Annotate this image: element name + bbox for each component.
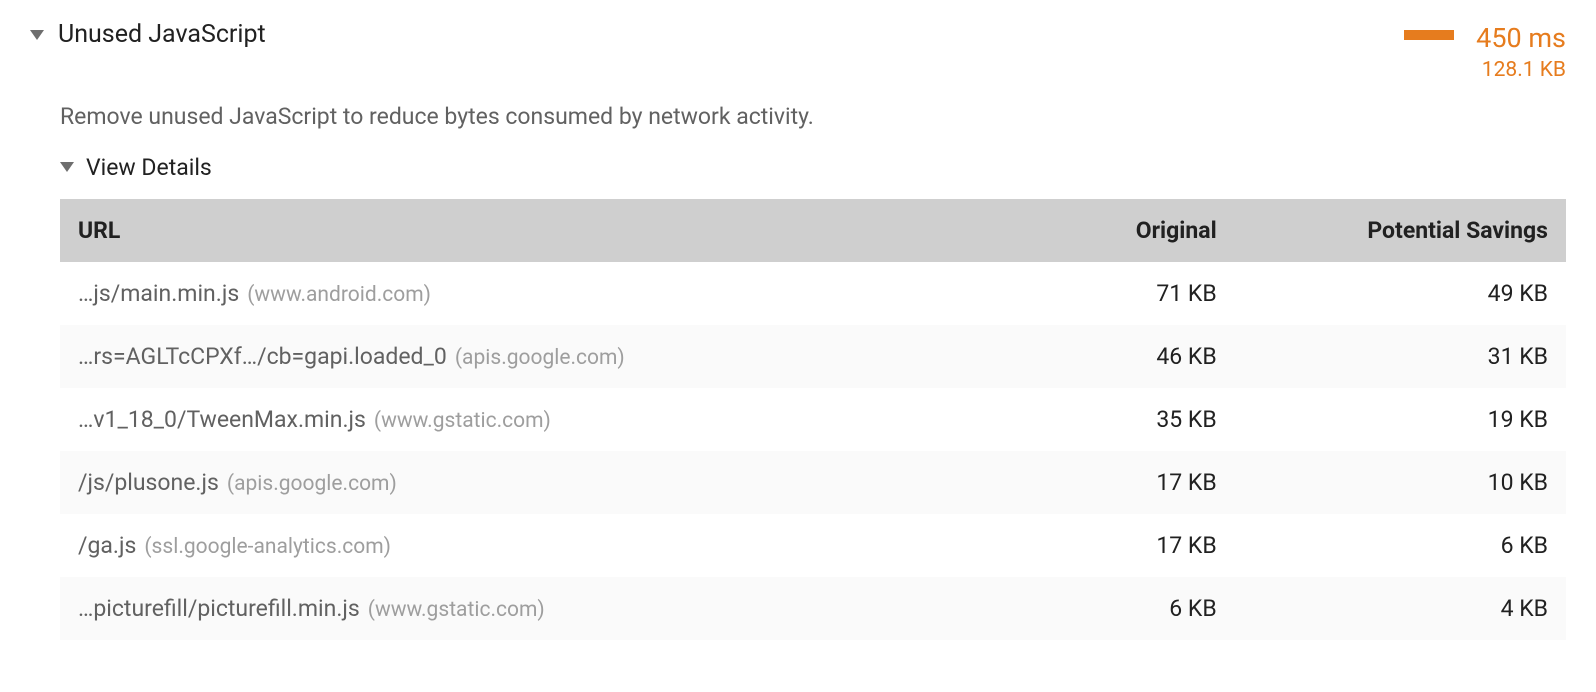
cell-savings: 4 KB: [1235, 577, 1566, 640]
audit-header: Unused JavaScript 450 ms 128.1 KB: [30, 20, 1566, 85]
url-path: …picturefill/picturefill.min.js: [78, 595, 360, 622]
audit-title-wrap: Unused JavaScript: [30, 20, 266, 49]
url-host: (www.android.com): [247, 283, 431, 307]
url-path: …rs=AGLTcCPXf…/cb=gapi.loaded_0: [78, 343, 447, 370]
cell-url[interactable]: /js/plusone.js (apis.google.com): [60, 451, 964, 514]
cell-savings: 10 KB: [1235, 451, 1566, 514]
cell-savings: 6 KB: [1235, 514, 1566, 577]
metric-values: 450 ms 128.1 KB: [1476, 20, 1566, 85]
url-path: /ga.js: [78, 532, 136, 559]
view-details-toggle[interactable]: View Details: [60, 154, 1566, 181]
url-host: (ssl.google-analytics.com): [144, 535, 391, 559]
metric-size: 128.1 KB: [1476, 56, 1566, 84]
audit-title: Unused JavaScript: [58, 20, 266, 49]
details-section: View Details URL Original Potential Savi…: [60, 154, 1566, 640]
results-table: URL Original Potential Savings …js/main.…: [60, 199, 1566, 640]
chevron-down-icon: [60, 162, 74, 172]
metric-bar-icon: [1404, 30, 1454, 40]
cell-url[interactable]: …v1_18_0/TweenMax.min.js (www.gstatic.com…: [60, 388, 964, 451]
table-row: /ga.js (ssl.google-analytics.com) 17 KB6 K…: [60, 514, 1566, 577]
audit-metrics: 450 ms 128.1 KB: [1404, 20, 1566, 85]
cell-url[interactable]: …rs=AGLTcCPXf…/cb=gapi.loaded_0 (apis.goo…: [60, 325, 964, 388]
url-host: (www.gstatic.com): [368, 598, 545, 622]
table-row: …picturefill/picturefill.min.js (www.gsta…: [60, 577, 1566, 640]
cell-original: 17 KB: [964, 451, 1235, 514]
cell-url[interactable]: …js/main.min.js (www.android.com): [60, 262, 964, 325]
cell-url[interactable]: …picturefill/picturefill.min.js (www.gsta…: [60, 577, 964, 640]
view-details-label: View Details: [86, 154, 212, 181]
audit-description: Remove unused JavaScript to reduce bytes…: [60, 103, 1566, 130]
url-path: …js/main.min.js: [78, 280, 239, 307]
cell-original: 17 KB: [964, 514, 1235, 577]
cell-savings: 19 KB: [1235, 388, 1566, 451]
cell-savings: 49 KB: [1235, 262, 1566, 325]
url-host: (apis.google.com): [227, 472, 397, 496]
cell-original: 6 KB: [964, 577, 1235, 640]
url-path: …v1_18_0/TweenMax.min.js: [78, 406, 366, 433]
column-header-url[interactable]: URL: [60, 199, 964, 262]
cell-original: 46 KB: [964, 325, 1235, 388]
metric-time: 450 ms: [1476, 20, 1566, 56]
column-header-original[interactable]: Original: [964, 199, 1235, 262]
cell-original: 35 KB: [964, 388, 1235, 451]
url-path: /js/plusone.js: [78, 469, 219, 496]
table-row: …js/main.min.js (www.android.com) 71 KB49 …: [60, 262, 1566, 325]
url-host: (www.gstatic.com): [374, 409, 551, 433]
cell-savings: 31 KB: [1235, 325, 1566, 388]
table-header-row: URL Original Potential Savings: [60, 199, 1566, 262]
cell-original: 71 KB: [964, 262, 1235, 325]
cell-url[interactable]: /ga.js (ssl.google-analytics.com): [60, 514, 964, 577]
url-host: (apis.google.com): [455, 346, 625, 370]
column-header-savings[interactable]: Potential Savings: [1235, 199, 1566, 262]
chevron-down-icon[interactable]: [30, 30, 44, 40]
table-row: /js/plusone.js (apis.google.com) 17 KB10 K…: [60, 451, 1566, 514]
table-row: …rs=AGLTcCPXf…/cb=gapi.loaded_0 (apis.goo…: [60, 325, 1566, 388]
table-row: …v1_18_0/TweenMax.min.js (www.gstatic.com…: [60, 388, 1566, 451]
